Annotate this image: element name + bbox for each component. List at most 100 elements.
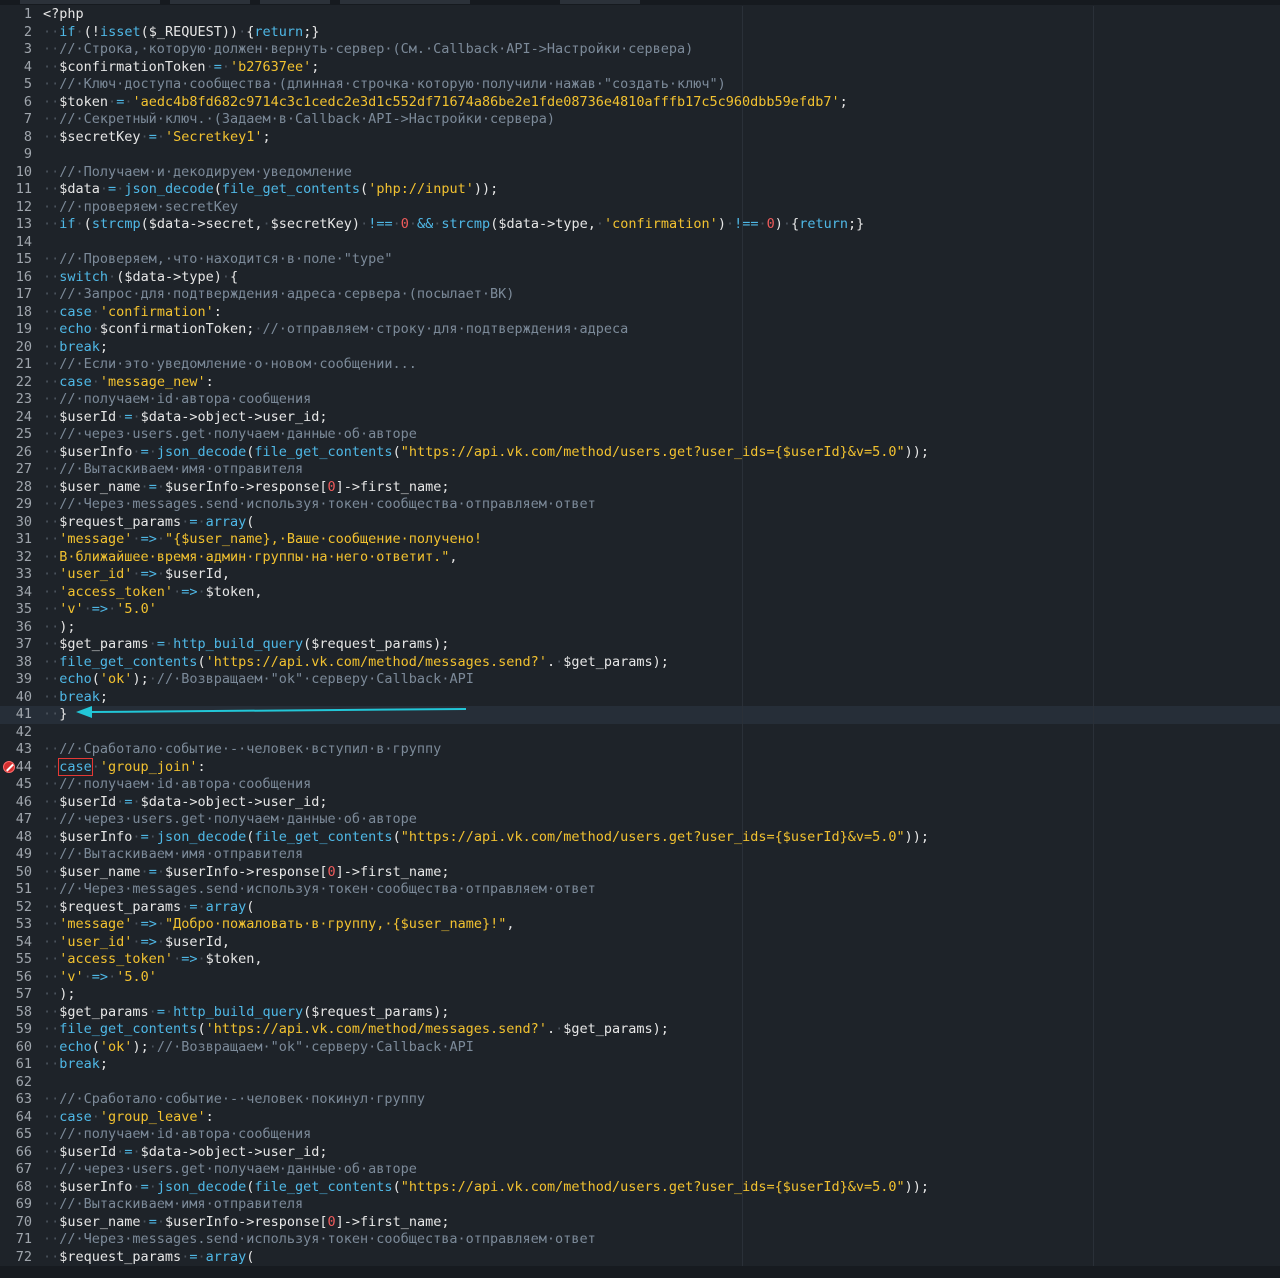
code-line[interactable]: 50 ··$user_name·=·$userInfo->response[0]-…: [0, 864, 1280, 882]
code-line[interactable]: 42: [0, 724, 1280, 742]
line-number: 25: [15, 426, 32, 442]
code-line[interactable]: 56 ··'v'·=>·'5.0': [0, 969, 1280, 987]
line-number: 68: [15, 1178, 32, 1195]
code-line[interactable]: 49 ··//·Вытаскиваем·имя·отправителя: [0, 846, 1280, 864]
code-token: ·: [725, 216, 735, 232]
code-token: ··: [43, 111, 60, 127]
code-line[interactable]: 39 ··echo('ok');·//·Возвращаем·"ok"·серве…: [0, 671, 1280, 689]
code-line[interactable]: 31 ··'message'·=>·"{$user_name},·Ваше·соо…: [0, 531, 1280, 549]
line-number: 61: [15, 1056, 32, 1072]
code-line[interactable]: 68 ··$userInfo·=·json_decode(file_get_con…: [0, 1179, 1280, 1197]
line-number: 3: [23, 41, 32, 57]
code-line[interactable]: 61 ··break;: [0, 1056, 1280, 1074]
code-line[interactable]: 23 ··//·получаем·id·автора·сообщения: [0, 391, 1280, 409]
code-line[interactable]: 8 ··$secretKey·=·'Secretkey1';: [0, 129, 1280, 147]
code-line[interactable]: 30 ··$request_params·=·array(: [0, 514, 1280, 532]
editor-tab[interactable]: [340, 0, 470, 4]
code-token: case: [59, 1108, 92, 1125]
code-line[interactable]: 27 ··//·Вытаскиваем·имя·отправителя: [0, 461, 1280, 479]
line-number: 12: [15, 198, 32, 215]
code-line[interactable]: 7 ··//·Секретный·ключ.·(Задаем·в·Callback…: [0, 111, 1280, 129]
editor-tab[interactable]: [170, 0, 250, 4]
code-line[interactable]: 32 ··В·ближайшее·время·админ·группы·на·не…: [0, 549, 1280, 567]
line-number: 11: [15, 181, 32, 197]
code-line[interactable]: 35 ··'v'·=>·'5.0': [0, 601, 1280, 619]
code-line[interactable]: 59 ··file_get_contents('https://api.vk.co…: [0, 1021, 1280, 1039]
code-line[interactable]: 24 ··$userId·=·$data->object->user_id;: [0, 409, 1280, 427]
code-line[interactable]: 64 ··case·'group_leave':: [0, 1109, 1280, 1127]
code-line[interactable]: 44 ··case·'group_join':: [0, 757, 1280, 777]
code-line[interactable]: 38 ··file_get_contents('https://api.vk.co…: [0, 654, 1280, 672]
code-line[interactable]: 57 ··);: [0, 986, 1280, 1004]
code-line[interactable]: 26 ··$userInfo·=·json_decode(file_get_con…: [0, 444, 1280, 462]
code-line[interactable]: 51 ··//·Через·messages.send·используя·ток…: [0, 881, 1280, 899]
code-line[interactable]: 70 ··$user_name·=·$userInfo->response[0]-…: [0, 1214, 1280, 1232]
code-line[interactable]: 13 ··if·(strcmp($data->secret,·$secretKey…: [0, 216, 1280, 234]
editor-tab[interactable]: [260, 0, 330, 4]
code-token: 'aedc4b8fd682c9714c3c1cedc2e3d1c552df716…: [132, 93, 840, 110]
code-token: ;: [311, 58, 320, 75]
code-line[interactable]: 4 ··$confirmationToken·=·'b27637ee';: [0, 59, 1280, 77]
code-token: ·: [197, 583, 206, 600]
code-token: ]->first_name;: [335, 1213, 450, 1230]
code-token: "https://api.vk.com/method/users.get?use…: [400, 1178, 905, 1195]
code-line[interactable]: 65 ··//·получаем·id·автора·сообщения: [0, 1126, 1280, 1144]
code-line[interactable]: 11 ··$data·=·json_decode(file_get_content…: [0, 181, 1280, 199]
editor-tab[interactable]: [20, 0, 160, 4]
code-line[interactable]: 18 ··case·'confirmation':: [0, 304, 1280, 322]
code-line[interactable]: 9: [0, 146, 1280, 164]
code-line[interactable]: 37 ··$get_params·=·http_build_query($requ…: [0, 636, 1280, 654]
code-line[interactable]: 66 ··$userId·=·$data->object->user_id;: [0, 1144, 1280, 1162]
code-line[interactable]: 47 ··//·через·users.get·получаем·данные·о…: [0, 811, 1280, 829]
code-text: ··$user_name·=·$userInfo->response[0]->f…: [43, 479, 449, 497]
code-line[interactable]: 15 ··//·Проверяем,·что·находится·в·поле·"…: [0, 251, 1280, 269]
code-line[interactable]: 14: [0, 234, 1280, 252]
code-line[interactable]: 52 ··$request_params·=·array(: [0, 899, 1280, 917]
code-line[interactable]: 69 ··//·Вытаскиваем·имя·отправителя: [0, 1196, 1280, 1214]
code-line[interactable]: 5 ··//·Ключ·доступа·сообщества·(длинная·с…: [0, 76, 1280, 94]
code-line[interactable]: 20 ··break;: [0, 339, 1280, 357]
code-line[interactable]: 21 ··//·Если·это·уведомление·о·новом·сооб…: [0, 356, 1280, 374]
editor-tab[interactable]: [560, 0, 640, 4]
code-line[interactable]: 63 ··//·Сработало·событие·-·человек·покин…: [0, 1091, 1280, 1109]
code-line[interactable]: 1 <?php: [0, 6, 1280, 24]
horizontal-scrollbar[interactable]: [0, 1266, 1280, 1278]
code-line[interactable]: 3 ··//·Строка,·которую·должен·вернуть·сер…: [0, 41, 1280, 59]
code-token: ·: [156, 863, 165, 880]
code-editor[interactable]: 1 <?php 2 ··if·(!isset($_REQUEST))·{return;…: [0, 6, 1280, 1266]
code-token: ·: [132, 828, 141, 845]
code-token: =: [156, 636, 165, 652]
code-line[interactable]: 46 ··$userId·=·$data->object->user_id;: [0, 794, 1280, 812]
code-line[interactable]: 55 ··'access_token'·=>·$token,: [0, 951, 1280, 969]
code-line[interactable]: 2 ··if·(!isset($_REQUEST))·{return;}: [0, 24, 1280, 42]
code-line[interactable]: 6 ··$token·=·'aedc4b8fd682c9714c3c1cedc2e…: [0, 94, 1280, 112]
code-line[interactable]: 45 ··//·получаем·id·автора·сообщения: [0, 776, 1280, 794]
code-line[interactable]: 48 ··$userInfo·=·json_decode(file_get_con…: [0, 829, 1280, 847]
code-line[interactable]: 71 ··//·Через·messages.send·используя·ток…: [0, 1231, 1280, 1249]
code-line[interactable]: 58 ··$get_params·=·http_build_query($requ…: [0, 1004, 1280, 1022]
code-line[interactable]: 10 ··//·Получаем·и·декодируем·уведомление: [0, 164, 1280, 182]
code-line[interactable]: 12 ··//·проверяем·secretKey: [0, 199, 1280, 217]
line-number: 66: [15, 1143, 32, 1160]
code-line[interactable]: 36 ··);: [0, 619, 1280, 637]
code-line[interactable]: 62: [0, 1074, 1280, 1092]
code-line[interactable]: 60 ··echo('ok');·//·Возвращаем·"ok"·серве…: [0, 1039, 1280, 1057]
code-line[interactable]: 33 ··'user_id'·=>·$userId,: [0, 566, 1280, 584]
code-line[interactable]: 54 ··'user_id'·=>·$userId,: [0, 934, 1280, 952]
code-line[interactable]: 53 ··'message'·=>·"Добро·пожаловать·в·гру…: [0, 916, 1280, 934]
code-line[interactable]: 19 ··echo·$confirmationToken;·//·отправля…: [0, 321, 1280, 339]
code-line[interactable]: 29 ··//·Через·messages.send·используя·ток…: [0, 496, 1280, 514]
code-line[interactable]: 25 ··//·через·users.get·получаем·данные·о…: [0, 426, 1280, 444]
code-text: ··$userInfo·=·json_decode(file_get_conte…: [43, 444, 929, 462]
code-line[interactable]: 72 ··$request_params·=·array(: [0, 1249, 1280, 1267]
code-token: (: [91, 671, 100, 687]
code-line[interactable]: 28 ··$user_name·=·$userInfo->response[0]-…: [0, 479, 1280, 497]
code-line[interactable]: 67 ··//·через·users.get·получаем·данные·о…: [0, 1161, 1280, 1179]
code-text: ··$get_params·=·http_build_query($reques…: [43, 1004, 449, 1022]
code-line[interactable]: 34 ··'access_token'·=>·$token,: [0, 584, 1280, 602]
code-line[interactable]: 22 ··case·'message_new':: [0, 374, 1280, 392]
code-line[interactable]: 16 ··switch·($data->type)·{: [0, 269, 1280, 287]
code-token: //·Если·это·уведомление·о·новом·сообщени…: [59, 356, 417, 372]
code-line[interactable]: 17 ··//·Запрос·для·подтверждения·адреса·с…: [0, 286, 1280, 304]
code-line[interactable]: 43 ··//·Сработало·событие·-·человек·вступ…: [0, 741, 1280, 759]
